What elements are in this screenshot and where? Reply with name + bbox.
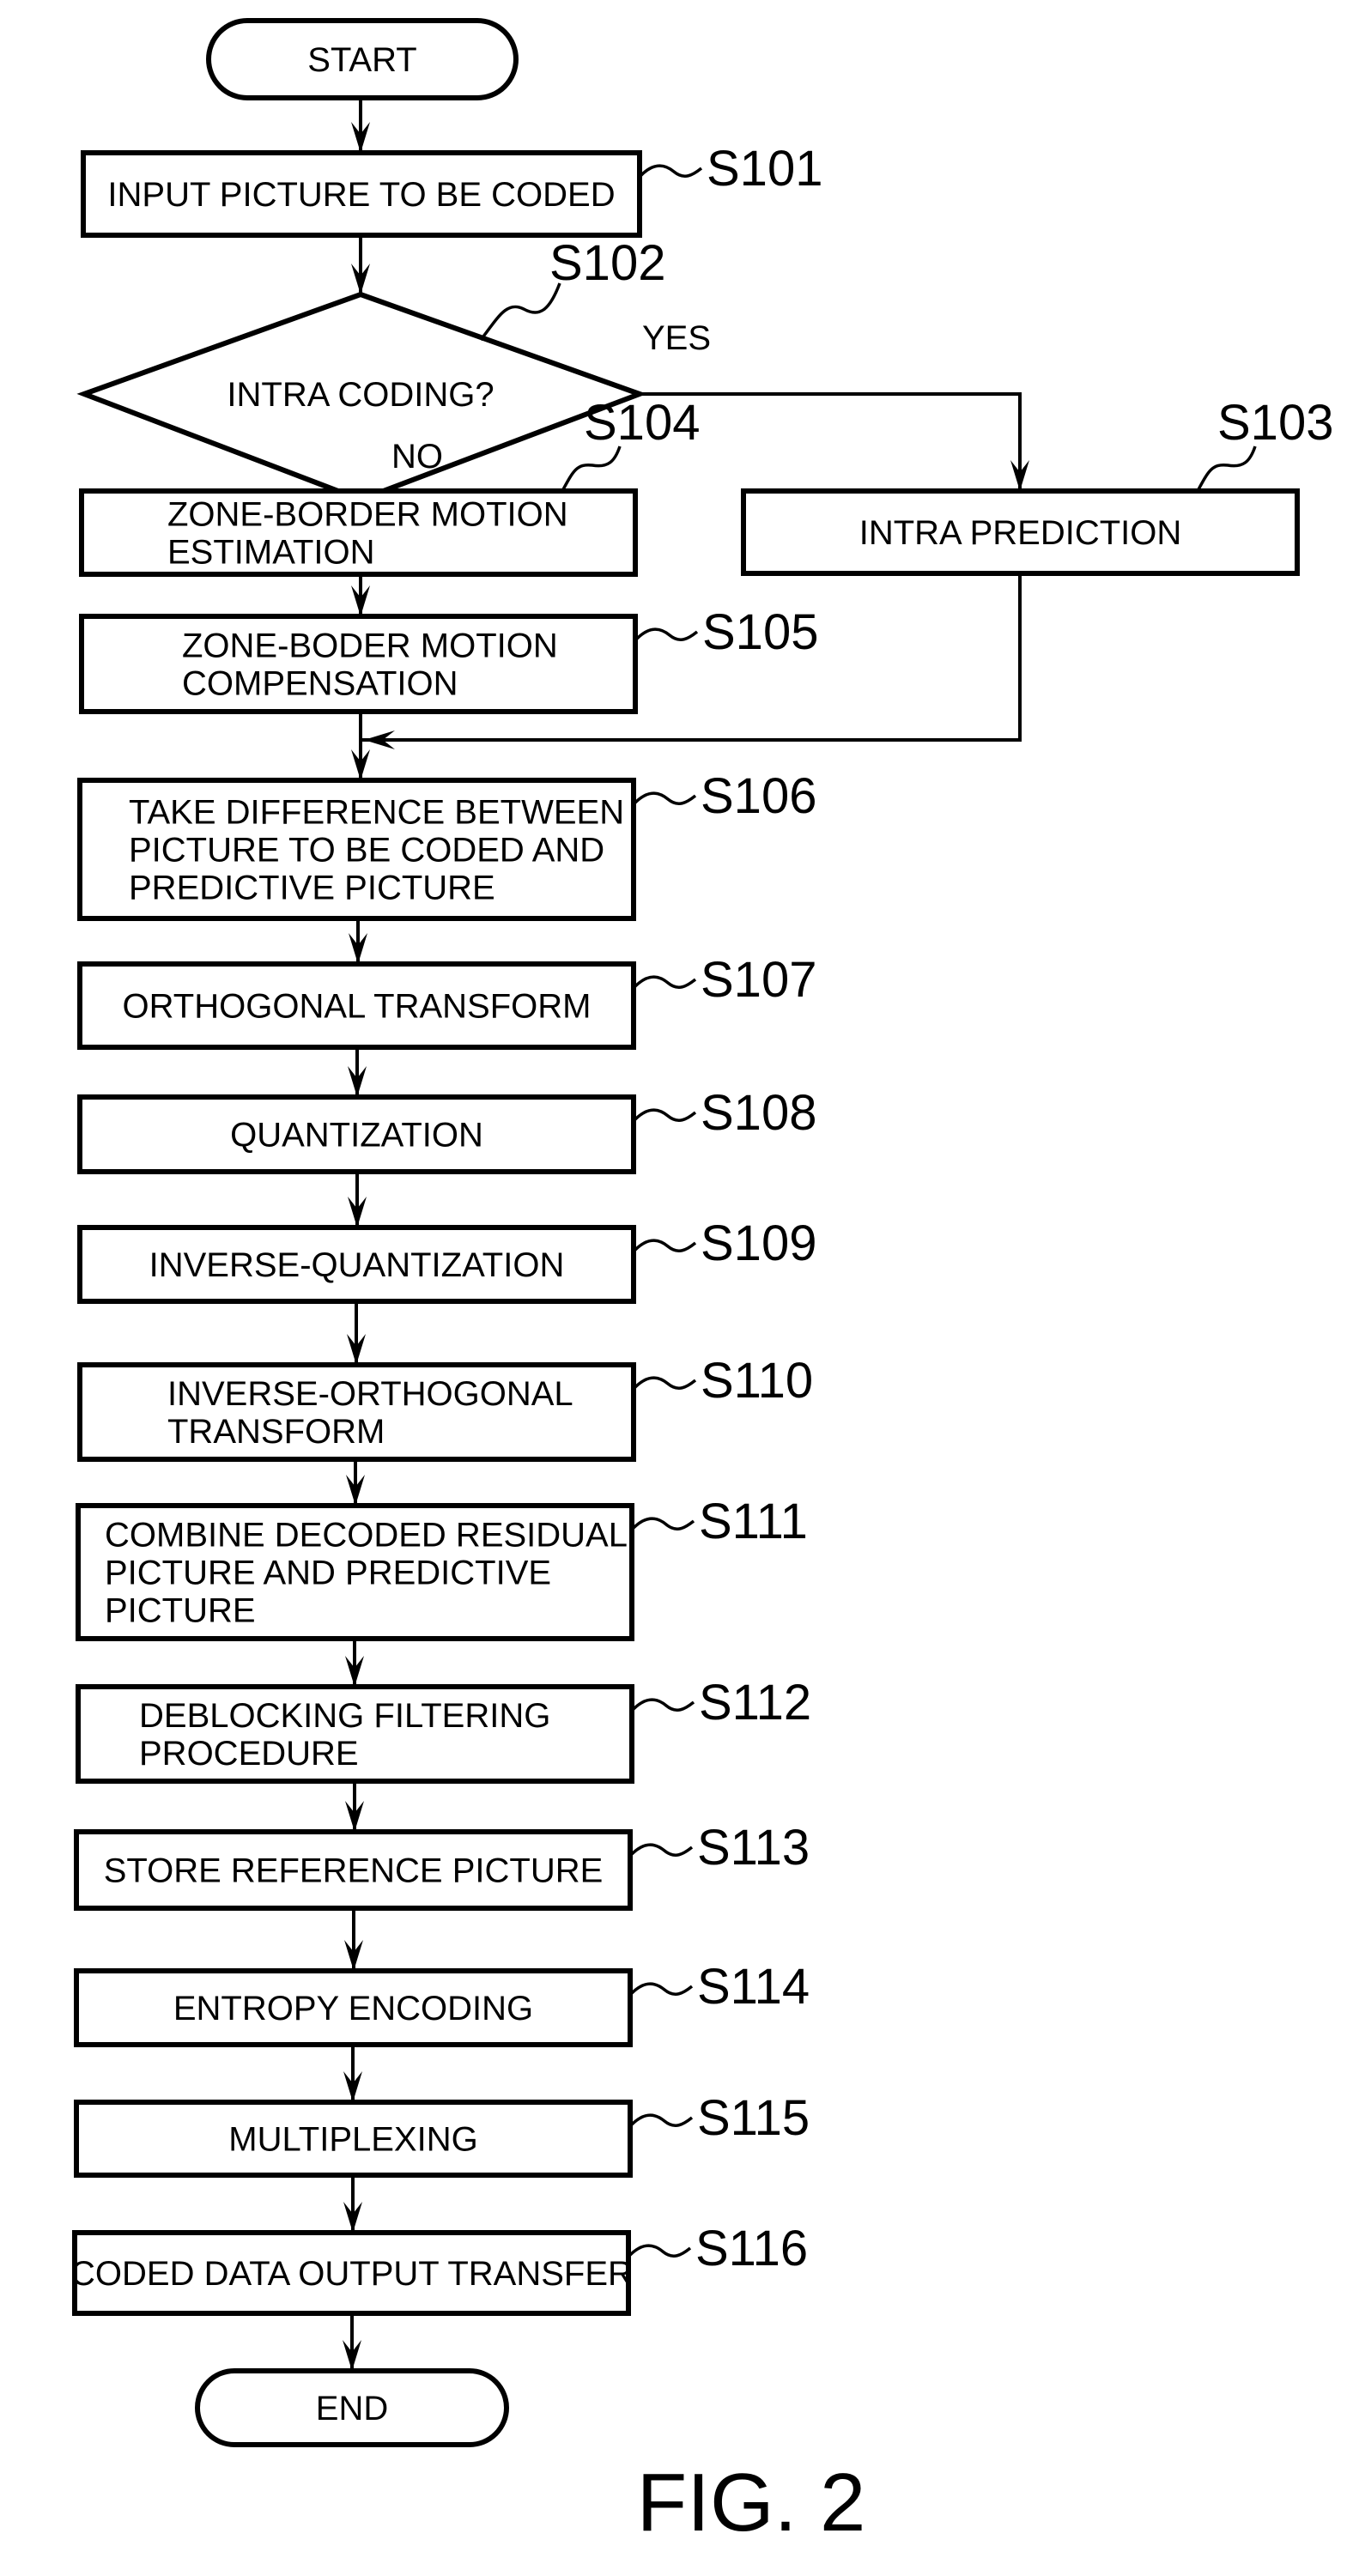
step-number-label: S107 <box>701 952 816 1008</box>
process-box-text-line: INVERSE-QUANTIZATION <box>149 1246 565 1284</box>
flowchart: START INTRA CODING? YES NO S102 END FIG.… <box>70 18 1333 2549</box>
process-box-text-line: ORTHOGONAL TRANSFORM <box>123 988 592 1026</box>
step-leader-line <box>632 975 697 990</box>
start-terminal: START <box>206 18 519 100</box>
decision-no-label: NO <box>391 438 443 476</box>
process-box-text-line: COMBINE DECODED RESIDUAL <box>105 1517 628 1555</box>
step-number-label: S115 <box>697 2090 810 2146</box>
step-number-label: S111 <box>699 1494 808 1549</box>
step-leader-line <box>632 791 697 806</box>
process-step-s107: ORTHOGONAL TRANSFORM S107 <box>77 952 816 1050</box>
step-number-label: S106 <box>701 768 816 824</box>
process-box-text-line: PICTURE <box>105 1592 256 1630</box>
process-box-text-line: INPUT PICTURE TO BE CODED <box>107 176 615 214</box>
process-box-text-line: TRANSFORM <box>167 1413 385 1451</box>
process-box-text-line: TAKE DIFFERENCE BETWEEN <box>129 794 624 832</box>
step-number-label: S113 <box>697 1820 810 1876</box>
process-step-s115: MULTIPLEXING S115 <box>74 2090 810 2178</box>
step-number-label: S103 <box>1217 395 1333 451</box>
step-leader-line <box>632 1376 697 1391</box>
end-terminal-label: END <box>316 2390 388 2428</box>
step-leader-line <box>627 2244 692 2258</box>
step-number-label: S116 <box>695 2221 808 2276</box>
step-number-label: S101 <box>707 141 822 197</box>
step-leader-line <box>1196 445 1257 492</box>
process-step-s112: DEBLOCKING FILTERINGPROCEDURE S112 <box>76 1675 811 1784</box>
process-step-s103: INTRA PREDICTION S103 <box>741 395 1333 576</box>
process-box-text-line: COMPENSATION <box>182 665 458 703</box>
step-number-label: S104 <box>584 395 700 451</box>
process-box-text-line: ENTROPY ENCODING <box>173 1990 533 2027</box>
process-step-s113: STORE REFERENCE PICTURE S113 <box>74 1820 810 1911</box>
process-box-text-line: PREDICTIVE PICTURE <box>129 870 495 907</box>
step-number-label: S108 <box>701 1085 816 1141</box>
process-step-s106: TAKE DIFFERENCE BETWEENPICTURE TO BE COD… <box>77 768 816 921</box>
process-step-s110: INVERSE-ORTHOGONALTRANSFORM S110 <box>77 1353 813 1462</box>
process-box-text-line: ZONE-BODER MOTION <box>182 627 558 665</box>
process-box-text-line: MULTIPLEXING <box>228 2121 477 2159</box>
step-number-label: S110 <box>701 1353 813 1409</box>
process-box-text-line: PROCEDURE <box>139 1735 359 1773</box>
step-leader-line <box>638 164 703 179</box>
step-number-label: S105 <box>702 604 818 660</box>
step-leader-line <box>561 445 622 492</box>
figure-caption: FIG. 2 <box>637 2457 866 2549</box>
process-step-s116: CODED DATA OUTPUT TRANSFER S116 <box>70 2221 808 2316</box>
process-box-text-line: ZONE-BORDER MOTION <box>167 496 568 534</box>
decision-step-label: S102 <box>549 235 665 291</box>
step-leader-line <box>630 1698 695 1712</box>
process-box-text-line: ESTIMATION <box>167 534 374 572</box>
start-terminal-label: START <box>307 41 416 79</box>
process-box-text-line: STORE REFERENCE PICTURE <box>104 1852 604 1890</box>
step-leader-line <box>632 1239 697 1253</box>
decision-question: INTRA CODING? <box>227 376 494 414</box>
step-leader-line <box>628 1843 694 1858</box>
step-number-label: S109 <box>701 1215 816 1271</box>
step-leader-line <box>628 2113 694 2128</box>
process-step-s109: INVERSE-QUANTIZATION S109 <box>77 1215 816 1304</box>
process-steps: INPUT PICTURE TO BE CODED S101 INTRA PREDI… <box>70 141 1333 2316</box>
process-box-text-line: PICTURE TO BE CODED AND <box>129 832 604 870</box>
step-leader-line <box>632 1108 697 1123</box>
process-box-text-line: INVERSE-ORTHOGONAL <box>167 1375 573 1413</box>
decision-yes-label: YES <box>642 319 711 357</box>
process-box-text-line: CODED DATA OUTPUT TRANSFER <box>70 2255 633 2293</box>
process-box-text-line: PICTURE AND PREDICTIVE <box>105 1555 551 1592</box>
process-step-s111: COMBINE DECODED RESIDUALPICTURE AND PRED… <box>76 1494 808 1641</box>
process-step-s108: QUANTIZATION S108 <box>77 1085 816 1174</box>
end-terminal: END <box>195 2368 509 2447</box>
process-box-text-line: DEBLOCKING FILTERING <box>139 1697 550 1735</box>
decision-intra-coding: INTRA CODING? YES NO S102 <box>76 235 711 503</box>
decision-step-leader <box>479 282 561 342</box>
step-leader-line <box>634 627 699 642</box>
step-leader-line <box>628 1982 694 1997</box>
step-number-label: S112 <box>699 1675 811 1730</box>
process-step-s114: ENTROPY ENCODING S114 <box>74 1959 810 2047</box>
step-leader-line <box>630 1517 695 1531</box>
process-step-s101: INPUT PICTURE TO BE CODED S101 <box>81 141 822 238</box>
process-box-text-line: INTRA PREDICTION <box>859 514 1182 552</box>
step-number-label: S114 <box>697 1959 810 2015</box>
process-step-s105: ZONE-BODER MOTIONCOMPENSATION S105 <box>79 604 818 714</box>
process-box-text-line: QUANTIZATION <box>230 1117 483 1155</box>
